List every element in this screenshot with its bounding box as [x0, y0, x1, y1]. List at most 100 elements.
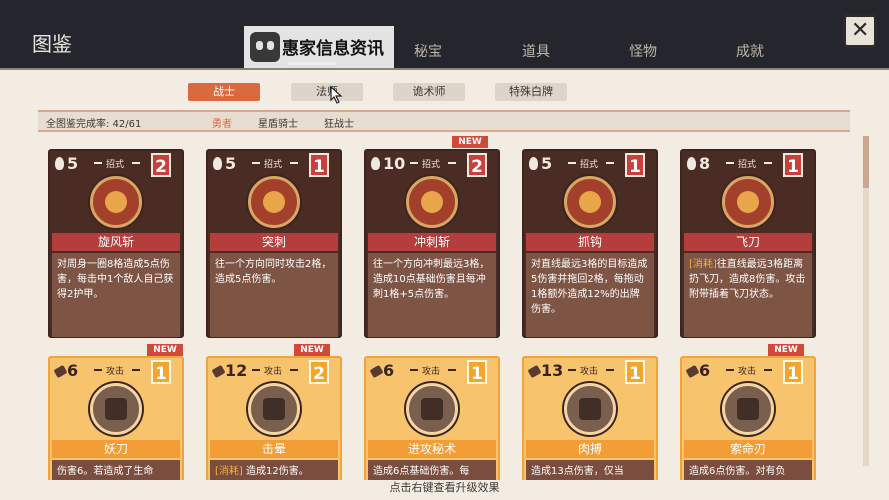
- card-demon-blade[interactable]: 6 攻击 1 妖刀 伤害6。若造成了生命: [48, 356, 184, 500]
- card-name: 肉搏: [526, 440, 654, 458]
- card-level: 2: [151, 153, 171, 177]
- close-button[interactable]: ✕: [843, 14, 877, 48]
- card-dash-slash[interactable]: 10 招式 2 冲刺斩 往一个方向冲刺最远3格，造成10点基础伤害且每冲刺1格+…: [364, 149, 500, 338]
- card-cost: 12: [225, 361, 248, 380]
- divider-icon: [252, 369, 260, 371]
- card-level: 2: [467, 153, 487, 177]
- card-cost: 6: [383, 361, 395, 380]
- card-name: 妖刀: [52, 440, 180, 458]
- card-cost: 5: [541, 154, 553, 173]
- card-type: 招式: [580, 160, 599, 170]
- close-icon: ✕: [851, 18, 870, 43]
- card-type: 招式: [422, 160, 441, 170]
- class-tab-mage[interactable]: 法师: [291, 83, 363, 101]
- whirlwind-art-icon: [90, 176, 142, 228]
- card-name: 飞刀: [684, 233, 812, 251]
- subclass-berserker[interactable]: 狂战士: [324, 115, 354, 130]
- throwing-knife-art-icon: [722, 176, 774, 228]
- card-brawl[interactable]: 13 攻击 1 肉搏 造成13点伤害，仅当: [522, 356, 658, 500]
- divider-icon: [448, 369, 456, 371]
- divider-icon: [410, 162, 418, 164]
- completion-bar: 全图鉴完成率: 42/61 勇者 星盾骑士 狂战士: [38, 110, 850, 132]
- sword-icon: [369, 364, 384, 379]
- card-level: 1: [309, 153, 329, 177]
- card-cost: 8: [699, 154, 711, 173]
- card-grappling-hook[interactable]: 5 招式 1 抓钩 对直线最远3格的目标造成5伤害并拖回2格，每拖动1格额外造成…: [522, 149, 658, 338]
- card-name: 索命刃: [684, 440, 812, 458]
- top-bar: 图鉴 秘宝 道具 怪物 成就 惠家信息资讯 ✕: [0, 0, 889, 70]
- subclass-hero[interactable]: 勇者: [212, 115, 232, 130]
- card-level: 1: [783, 360, 803, 384]
- tab-treasure[interactable]: 秘宝: [414, 41, 442, 61]
- class-tab-trickster[interactable]: 诡术师: [393, 83, 465, 101]
- page-title: 图鉴: [32, 32, 72, 56]
- card-header: 6 攻击 1: [50, 358, 182, 386]
- completion-rate: 全图鉴完成率: 42/61: [46, 119, 142, 130]
- card-offensive-arcana[interactable]: 6 攻击 1 进攻秘术 造成6点基础伤害。每: [364, 356, 500, 500]
- card-reaper-blade[interactable]: 6 攻击 1 索命刃 造成6点伤害。对有负: [680, 356, 816, 500]
- new-badge: NEW: [147, 344, 183, 356]
- scroll-thumb[interactable]: [863, 136, 869, 188]
- scrollbar[interactable]: [863, 136, 869, 466]
- energy-icon: [687, 157, 696, 170]
- watermark-overlay: 惠家信息资讯: [244, 26, 394, 70]
- mouse-cursor-icon: [330, 86, 343, 104]
- card-description: 往一个方向同时攻击2格，造成5点伤害。: [210, 253, 338, 337]
- watermark-logo-icon: [250, 32, 280, 62]
- card-whirlwind-slash[interactable]: 5 招式 2 旋风斩 对周身一圈8格造成5点伤害，每击中1个敌人自己获得2护甲。: [48, 149, 184, 338]
- card-type: 攻击: [264, 367, 283, 377]
- tab-monsters[interactable]: 怪物: [629, 41, 657, 61]
- divider-icon: [606, 369, 614, 371]
- card-name: 突刺: [210, 233, 338, 251]
- card-throwing-knife[interactable]: 8 招式 1 飞刀 [消耗]往直线最远3格距离扔飞刀，造成8伤害。攻击附带插着飞…: [680, 149, 816, 338]
- card-name: 冲刺斩: [368, 233, 496, 251]
- divider-icon: [726, 369, 734, 371]
- divider-icon: [568, 369, 576, 371]
- divider-icon: [726, 162, 734, 164]
- energy-icon: [529, 157, 538, 170]
- card-header: 13 攻击 1: [524, 358, 656, 386]
- card-header: 6 攻击 1: [366, 358, 498, 386]
- demon-blade-art-icon: [90, 383, 142, 435]
- card-header: 6 攻击 1: [682, 358, 814, 386]
- card-header: 5 招式 1: [208, 151, 340, 179]
- card-level: 1: [151, 360, 171, 384]
- subclass-star-shield-knight[interactable]: 星盾骑士: [258, 115, 298, 130]
- divider-icon: [448, 162, 456, 164]
- tab-achievements[interactable]: 成就: [736, 41, 764, 61]
- card-description: 往一个方向冲刺最远3格，造成10点基础伤害且每冲刺1格+5点伤害。: [368, 253, 496, 337]
- card-description: 对直线最远3格的目标造成5伤害并拖回2格，每拖动1格额外造成12%的出牌伤害。: [526, 253, 654, 337]
- tab-items[interactable]: 道具: [522, 41, 550, 61]
- consume-tag: [消耗]: [689, 259, 717, 270]
- card-type: 招式: [106, 160, 125, 170]
- card-name: 进攻秘术: [368, 440, 496, 458]
- stun-art-icon: [248, 383, 300, 435]
- divider-icon: [410, 369, 418, 371]
- offensive-arcana-art-icon: [406, 383, 458, 435]
- sword-icon: [527, 364, 542, 379]
- divider-icon: [94, 162, 102, 164]
- card-stun[interactable]: 12 攻击 2 击晕 [消耗] 造成12伤害。: [206, 356, 342, 500]
- sword-icon: [211, 364, 226, 379]
- card-header: 5 招式 2: [50, 151, 182, 179]
- card-level: 1: [467, 360, 487, 384]
- card-name: 抓钩: [526, 233, 654, 251]
- card-level: 2: [309, 360, 329, 384]
- sword-icon: [685, 364, 700, 379]
- card-type: 攻击: [738, 367, 757, 377]
- card-header: 12 攻击 2: [208, 358, 340, 386]
- new-badge: NEW: [294, 344, 330, 356]
- card-name: 击晕: [210, 440, 338, 458]
- divider-icon: [764, 369, 772, 371]
- dash-slash-art-icon: [406, 176, 458, 228]
- card-name: 旋风斩: [52, 233, 180, 251]
- class-tab-warrior[interactable]: 战士: [188, 83, 260, 101]
- card-cost: 5: [67, 154, 79, 173]
- class-tab-special[interactable]: 特殊白牌: [495, 83, 567, 101]
- divider-icon: [568, 162, 576, 164]
- card-description: [消耗]往直线最远3格距离扔飞刀，造成8伤害。攻击附带插着飞刀状态。: [684, 253, 812, 337]
- consume-tag: [消耗]: [215, 466, 243, 477]
- divider-icon: [252, 162, 260, 164]
- card-level: 1: [625, 153, 645, 177]
- card-thrust[interactable]: 5 招式 1 突刺 往一个方向同时攻击2格，造成5点伤害。: [206, 149, 342, 338]
